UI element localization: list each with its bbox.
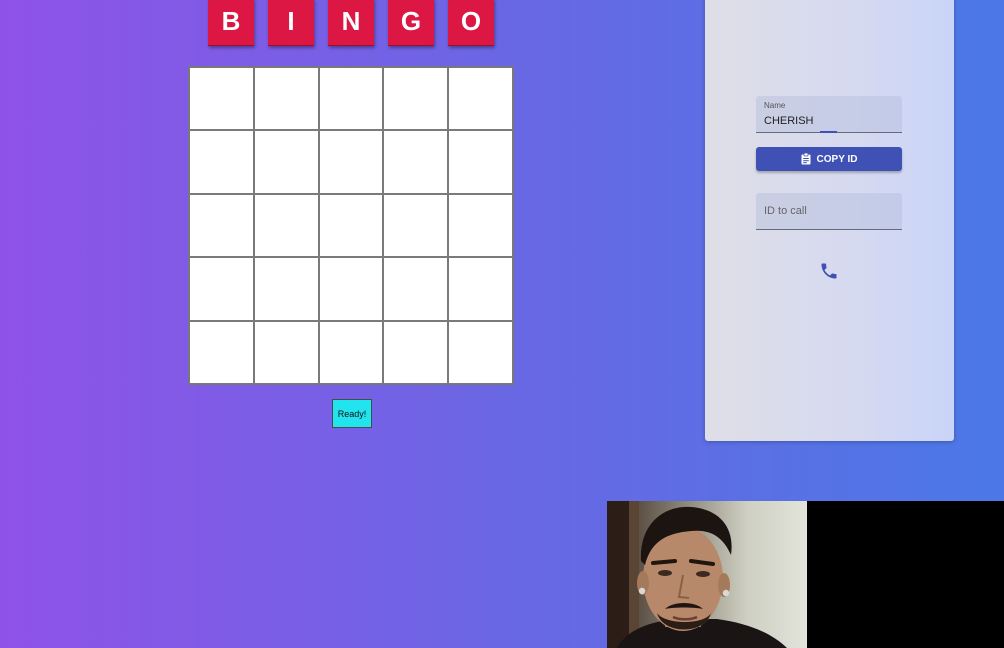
local-video <box>607 501 807 648</box>
board-cell[interactable] <box>189 257 254 321</box>
bingo-letter-o: O <box>448 0 494 46</box>
board-cell[interactable] <box>448 257 513 321</box>
id-to-call-input[interactable]: ID to call <box>756 193 902 230</box>
copy-id-label: COPY ID <box>816 153 858 165</box>
board-cell[interactable] <box>448 193 513 258</box>
phone-icon <box>821 263 837 279</box>
board-cell[interactable] <box>318 193 384 258</box>
ready-button[interactable]: Ready! <box>332 399 372 428</box>
board-cell[interactable] <box>253 130 319 194</box>
bingo-letter-i: I <box>268 0 314 46</box>
bingo-board <box>188 66 514 385</box>
call-panel: Name CHERISH COPY ID ID to call <box>705 0 954 441</box>
name-field-label: Name <box>764 101 786 110</box>
board-cell[interactable] <box>383 257 449 321</box>
board-cell[interactable] <box>253 193 319 258</box>
board-cell[interactable] <box>383 130 449 194</box>
name-field[interactable]: Name CHERISH <box>756 96 902 133</box>
board-cell[interactable] <box>383 67 449 131</box>
board-cell[interactable] <box>318 320 384 384</box>
call-button[interactable] <box>818 260 840 282</box>
board-cell[interactable] <box>253 257 319 321</box>
board-cell[interactable] <box>253 67 319 131</box>
bingo-letter-n: N <box>328 0 374 46</box>
copy-id-button[interactable]: COPY ID <box>756 147 902 171</box>
bingo-header: B I N G O <box>208 0 494 46</box>
board-cell[interactable] <box>448 320 513 384</box>
board-cell[interactable] <box>189 130 254 194</box>
board-cell[interactable] <box>448 67 513 131</box>
board-cell[interactable] <box>189 320 254 384</box>
webcam-person-image <box>607 501 787 648</box>
bingo-letter-b: B <box>208 0 254 46</box>
id-to-call-placeholder: ID to call <box>764 205 807 217</box>
board-cell[interactable] <box>318 257 384 321</box>
board-cell[interactable] <box>383 320 449 384</box>
board-cell[interactable] <box>448 130 513 194</box>
board-cell[interactable] <box>189 193 254 258</box>
board-cell[interactable] <box>253 320 319 384</box>
clipboard-icon <box>801 153 811 165</box>
board-cell[interactable] <box>318 130 384 194</box>
board-cell[interactable] <box>318 67 384 131</box>
name-field-value[interactable]: CHERISH <box>764 115 814 127</box>
board-cell[interactable] <box>383 193 449 258</box>
name-field-focus-underline <box>820 131 837 133</box>
board-cell[interactable] <box>189 67 254 131</box>
bingo-letter-g: G <box>388 0 434 46</box>
